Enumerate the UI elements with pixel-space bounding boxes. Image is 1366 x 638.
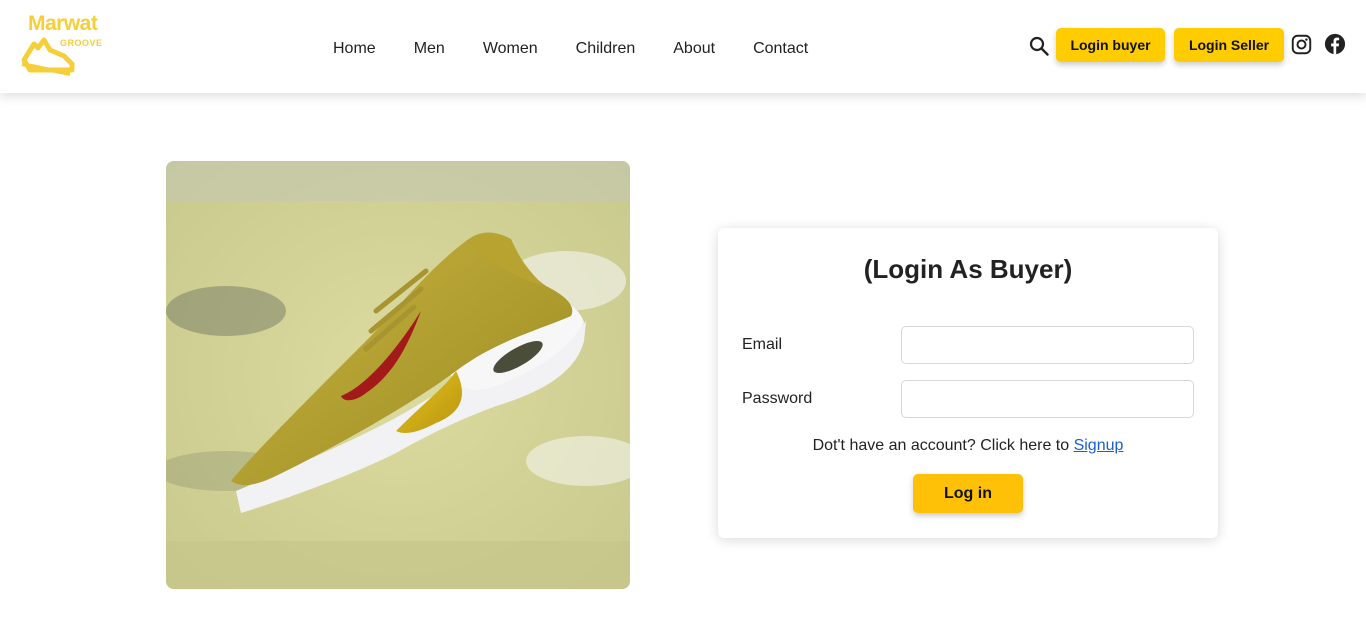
site-header: Marwat GROOVE Home Men Women Children Ab…	[0, 0, 1366, 93]
password-label: Password	[742, 390, 813, 407]
search-icon[interactable]	[1029, 36, 1049, 56]
main-nav: Home Men Women Children About Contact	[333, 40, 846, 58]
login-card: (Login As Buyer) Email Password Dot't ha…	[718, 228, 1218, 538]
nav-contact[interactable]: Contact	[753, 40, 808, 58]
email-label: Email	[742, 336, 783, 353]
signup-prompt-row: Dot't have an account? Click here to Sig…	[718, 437, 1218, 455]
nav-about[interactable]: About	[673, 40, 715, 58]
nav-home[interactable]: Home	[333, 40, 376, 58]
shoe-logo-icon	[21, 37, 75, 76]
login-seller-button[interactable]: Login Seller	[1174, 28, 1284, 62]
brand-logo[interactable]: Marwat GROOVE	[20, 12, 110, 76]
brand-name: Marwat	[28, 12, 98, 35]
email-field[interactable]	[901, 326, 1194, 364]
facebook-icon[interactable]	[1324, 33, 1346, 55]
nav-children[interactable]: Children	[576, 40, 636, 58]
password-field[interactable]	[901, 380, 1194, 418]
signup-prompt: Dot't have an account? Click here to	[812, 437, 1070, 454]
signup-link[interactable]: Signup	[1074, 437, 1124, 454]
shoe-photo	[166, 161, 630, 589]
login-title: (Login As Buyer)	[863, 254, 1073, 284]
instagram-icon[interactable]	[1291, 34, 1312, 55]
hero-shoe-image	[166, 161, 630, 589]
nav-women[interactable]: Women	[483, 40, 538, 58]
login-submit-button[interactable]: Log in	[913, 474, 1023, 513]
login-buyer-button[interactable]: Login buyer	[1056, 28, 1165, 62]
nav-men[interactable]: Men	[414, 40, 445, 58]
